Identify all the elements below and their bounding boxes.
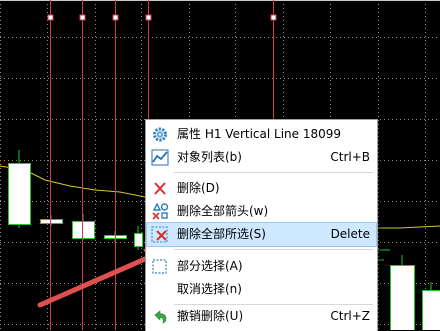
menu-item-label: 部分选择(A) <box>177 259 243 274</box>
candle-body <box>391 266 415 331</box>
menu-item-delete[interactable]: 删除(D) <box>147 177 376 200</box>
menu-separator <box>174 249 373 250</box>
menu-item-shortcut: Ctrl+B <box>330 150 370 165</box>
menu-item-shortcut: Delete <box>331 227 370 242</box>
candle-body <box>73 222 95 239</box>
vertical-line-anchor <box>113 15 118 20</box>
delete-arrows-icon <box>151 203 169 220</box>
menu-item-label: 删除全部箭头(w) <box>177 204 268 219</box>
menu-item-label: 删除(D) <box>177 181 220 196</box>
menu-item-label: 删除全部所选(S) <box>177 227 266 242</box>
vertical-line-anchor <box>80 15 85 20</box>
menu-separator <box>174 172 373 173</box>
candle-body <box>41 220 63 224</box>
object-list-icon <box>151 149 169 166</box>
menu-item-label: 撤销删除(U) <box>177 309 243 324</box>
vertical-line-anchor <box>271 15 276 20</box>
vertical-line-anchor <box>146 15 151 20</box>
partial-select-icon <box>151 258 169 275</box>
menu-item-label: 取消选择(n) <box>177 282 242 297</box>
menu-item-shortcut: Ctrl+Z <box>330 309 370 324</box>
candle-body <box>135 234 143 247</box>
menu-item-properties[interactable]: 属性 H1 Vertical Line 18099 <box>147 123 376 146</box>
candle-body <box>9 164 31 225</box>
undo-delete-icon <box>151 308 169 325</box>
delete-x-icon <box>151 180 169 197</box>
menu-item-delete-all-selected[interactable]: 删除全部所选(S) Delete <box>147 223 376 246</box>
context-menu: 属性 H1 Vertical Line 18099 对象列表(b) Ctrl+B… <box>145 119 378 331</box>
delete-selected-icon <box>151 226 169 243</box>
menu-item-deselect[interactable]: 取消选择(n) <box>147 278 376 301</box>
menu-item-partial-select[interactable]: 部分选择(A) <box>147 255 376 278</box>
candle-body <box>423 291 440 331</box>
properties-gear-icon <box>151 126 169 143</box>
menu-item-object-list[interactable]: 对象列表(b) Ctrl+B <box>147 146 376 169</box>
vertical-line-anchor <box>48 15 53 20</box>
menu-item-label: 属性 H1 Vertical Line 18099 <box>177 127 341 142</box>
menu-item-label: 对象列表(b) <box>177 150 242 165</box>
menu-item-undo-delete[interactable]: 撤销删除(U) Ctrl+Z <box>147 305 376 328</box>
menu-item-delete-all-arrows[interactable]: 删除全部箭头(w) <box>147 200 376 223</box>
